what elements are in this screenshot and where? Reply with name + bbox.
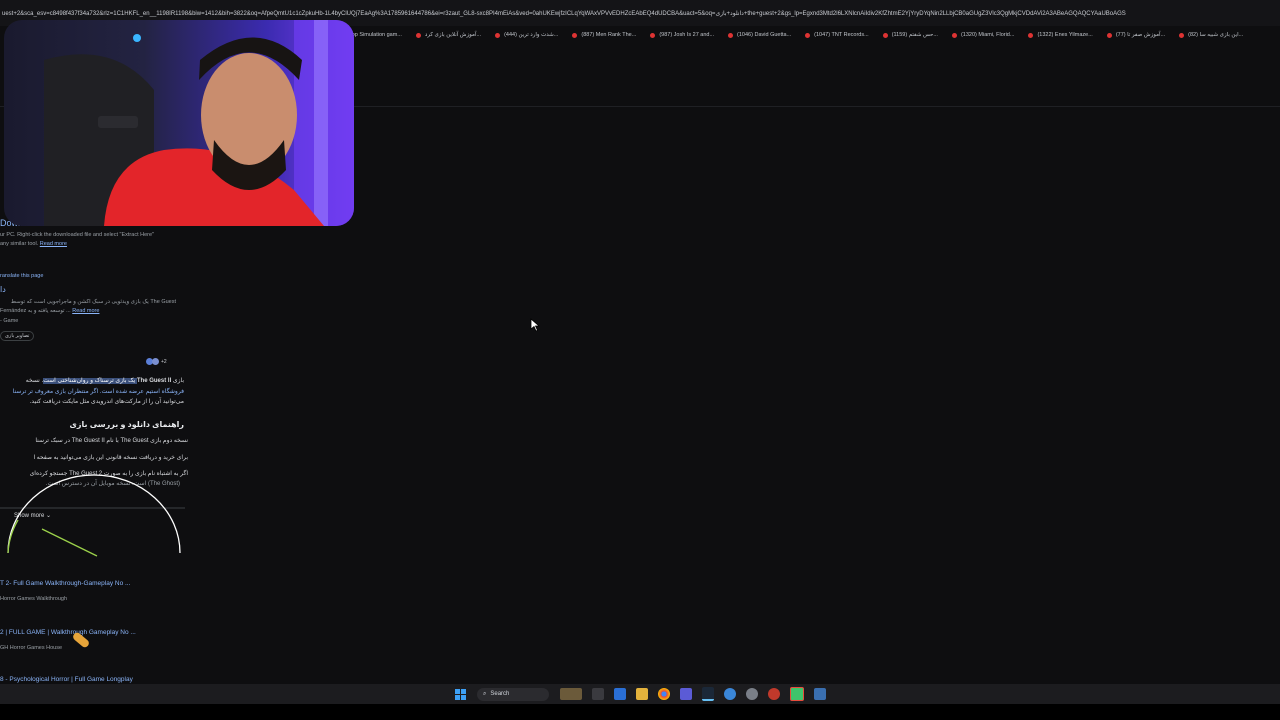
settings-gear-icon[interactable]	[746, 688, 758, 700]
telegram-icon[interactable]	[724, 688, 736, 700]
youtube-icon	[882, 32, 888, 38]
chrome-icon[interactable]	[658, 688, 670, 700]
result-snippet-line3: - Game	[0, 318, 19, 324]
webcam-overlay	[4, 20, 354, 226]
youtube-icon	[650, 32, 656, 38]
bookmark-item[interactable]: (1320) Miami, Florid...	[951, 32, 1014, 38]
image-chip[interactable]: تصاویر بازی	[0, 331, 35, 341]
youtube-icon	[805, 32, 811, 38]
search-icon: ⌕	[483, 690, 487, 697]
ai-overview-line: می‌توانید آن را از مارکت‌های اندرویدی مث…	[29, 399, 184, 405]
steam-icon[interactable]	[702, 687, 714, 701]
read-more-link[interactable]: Read more	[40, 241, 67, 247]
translate-link[interactable]: ranslate this page	[0, 273, 43, 279]
visual-studio-icon[interactable]	[614, 688, 626, 700]
result-title[interactable]: دا	[0, 285, 6, 294]
taskbar-search[interactable]: ⌕ Search	[477, 687, 549, 701]
youtube-icon	[1028, 32, 1034, 38]
bookmark-item[interactable]: (1046) David Guetta...	[728, 32, 791, 38]
ai-bullet: نسخه دوم بازی The Guest با نام The Guest…	[35, 438, 188, 444]
youtube-icon	[1179, 32, 1185, 38]
task-view-icon[interactable]	[592, 688, 604, 700]
windows-start-icon[interactable]	[454, 688, 466, 700]
search-results: Download ur PC. Right-click the download…	[0, 214, 190, 684]
streamer-webcam-image	[44, 20, 354, 226]
youtube-icon	[951, 32, 957, 38]
monitor-app-icon[interactable]	[814, 688, 826, 700]
read-more-link[interactable]: Read more	[72, 308, 99, 314]
youtube-icon	[572, 32, 578, 38]
bookmark-item[interactable]: (1159) حس شفتم...	[882, 32, 938, 38]
youtube-icon	[728, 32, 734, 38]
video-source: Horror Games Walkthrough	[0, 596, 68, 602]
drawing-app-icon[interactable]	[790, 687, 804, 701]
video-source: GH Horror Games House	[0, 645, 63, 651]
video-title[interactable]: 2 | FULL GAME | Walkthrough Gameplay No …	[0, 629, 136, 636]
result-snippet: The Guest یک بازی ویدئویی در سبک اکشن و …	[10, 299, 176, 305]
result-snippet-line2: any similar tool. Read more	[0, 241, 67, 247]
drawn-arc-overlay	[0, 474, 185, 557]
chrome-canary-icon[interactable]	[768, 688, 780, 700]
bookmark-icon	[415, 32, 421, 38]
video-title[interactable]: 8 - Psychological Horror | Full Game Lon…	[0, 676, 133, 683]
taskbar: ⌕ Search	[0, 684, 1280, 704]
bookmark-item[interactable]: (1047) TNT Records...	[805, 32, 869, 38]
url-text[interactable]: uest+2&sca_esv=c8498f437f34a732&rlz=1C1H…	[0, 10, 1280, 17]
ai-sources[interactable]: +2	[146, 358, 167, 365]
source-avatar-icon	[152, 358, 159, 365]
sources-count: +2	[161, 358, 167, 365]
file-explorer-icon[interactable]	[636, 688, 648, 700]
youtube-icon	[1106, 32, 1112, 38]
bookmark-item[interactable]: (887) Men Rank The...	[572, 32, 636, 38]
ai-bullet: برای خرید و دریافت نسخه قانونی این بازی …	[33, 455, 188, 461]
search-highlight-icon[interactable]	[560, 688, 582, 700]
ai-heading: راهنمای دانلود و بررسی بازی	[69, 420, 184, 429]
ai-overview-line: فروشگاه استیم عرضه شده است. اگر منتظران …	[12, 389, 184, 395]
ai-overview-line: بازی The Guest II یک بازی ترسناک و روان‌…	[25, 378, 184, 384]
bookmark-item[interactable]: آموزش آنلاین بازی کرد...	[415, 32, 481, 38]
result-snippet-line2: Fernández توسعه یافته و به ... Read more	[0, 308, 100, 314]
app-grid-icon[interactable]	[680, 688, 692, 700]
result-snippet: ur PC. Right-click the downloaded file a…	[0, 232, 155, 238]
bookmark-item[interactable]: (82) این بازی شبیه سا...	[1179, 32, 1243, 38]
video-title[interactable]: T 2- Full Game Walkthrough-Gameplay No .…	[0, 580, 130, 587]
mouse-pointer-icon	[530, 318, 540, 332]
bookmark-item[interactable]: (77) آموزش صفر تا...	[1106, 32, 1165, 38]
bookmark-item[interactable]: (1322) Enes Yilmaze...	[1028, 32, 1093, 38]
bottom-letterbox	[0, 704, 1280, 720]
bookmark-item[interactable]: (987) Josh Is 27 and...	[650, 32, 714, 38]
bookmark-item[interactable]: (444) شدت وارد ترین...	[495, 32, 558, 38]
youtube-icon	[495, 32, 501, 38]
